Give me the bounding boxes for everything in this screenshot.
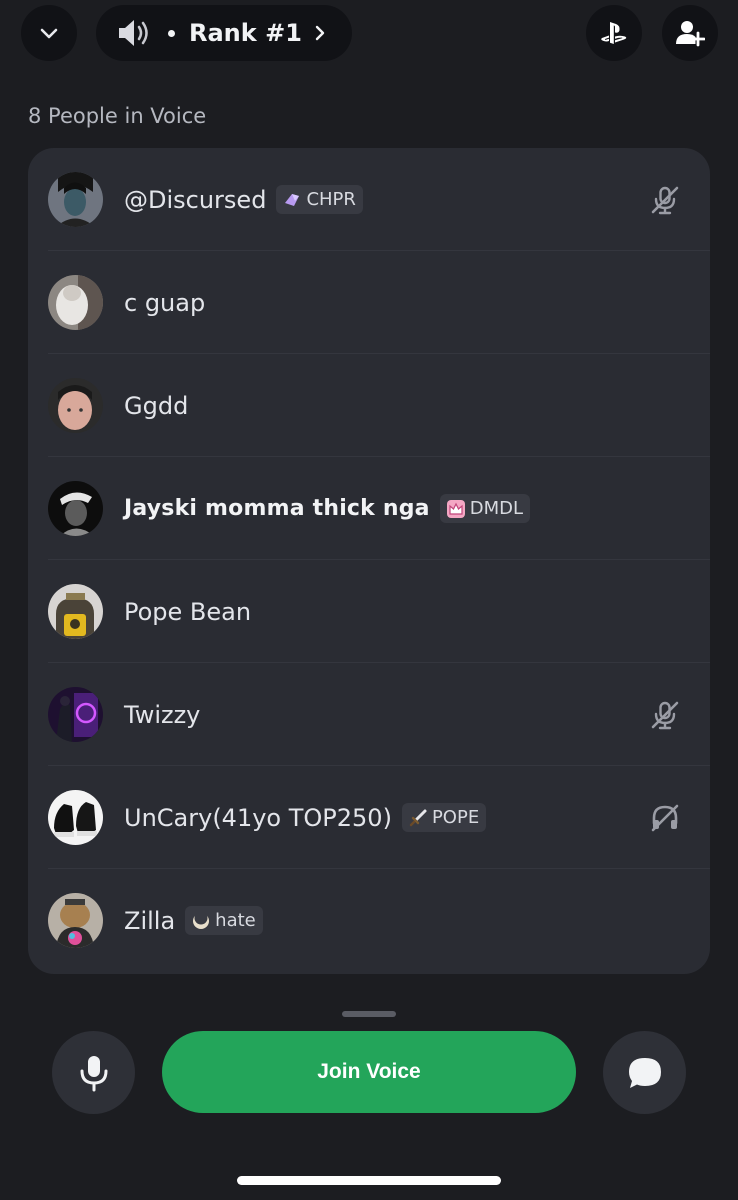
member-name-group: Twizzy (124, 701, 200, 729)
separator-dot (168, 29, 175, 37)
channel-name: Rank #1 (189, 19, 302, 47)
microphone-icon (80, 1055, 107, 1091)
member-name: c guap (124, 288, 206, 317)
muted-mic-icon (651, 701, 679, 729)
member-name: UnCary(41yo TOP250) (124, 803, 392, 832)
member-name-group: c guap (124, 289, 205, 317)
server-tag-label: DMDL (469, 498, 523, 519)
channel-pill[interactable]: Rank #1 (96, 5, 352, 61)
gem-icon (285, 193, 300, 206)
top-bar: Rank #1 (0, 0, 738, 70)
join-voice-button[interactable]: Join Voice (162, 1031, 576, 1113)
member-name-group: UnCary(41yo TOP250) POPE (124, 803, 487, 832)
playstation-icon (601, 22, 627, 44)
add-friend-icon (676, 21, 705, 47)
member-name-group: Ggdd (124, 392, 188, 420)
home-indicator (237, 1176, 501, 1185)
member-name-group: Pope Bean (124, 598, 251, 626)
server-tag-label: hate (215, 910, 256, 931)
member-name-group: Jayski momma thick nga DMDL (124, 494, 530, 523)
chevron-right-icon (315, 25, 325, 41)
avatar (48, 275, 103, 330)
voice-member-list: @Discursed CHPR c guap Ggdd Jayski momma… (28, 148, 710, 974)
server-tag-label: CHPR (306, 189, 356, 210)
chevron-down-icon (40, 28, 58, 39)
chat-bubble-icon (628, 1057, 661, 1088)
voice-member-row[interactable]: Pope Bean (28, 560, 710, 663)
avatar (48, 790, 103, 845)
deafened-icon (651, 804, 679, 831)
microphone-button[interactable] (52, 1031, 135, 1114)
avatar (48, 584, 103, 639)
member-name: Ggdd (124, 391, 189, 420)
avatar (48, 481, 103, 536)
server-tag[interactable]: DMDL (439, 494, 530, 523)
member-name: @Discursed (124, 185, 267, 214)
server-tag[interactable]: CHPR (276, 185, 363, 214)
voice-member-row[interactable]: UnCary(41yo TOP250) POPE (28, 766, 710, 869)
avatar (48, 378, 103, 433)
member-name: Pope Bean (124, 597, 252, 626)
voice-member-row[interactable]: Zilla hate (28, 869, 710, 972)
server-tag[interactable]: hate (185, 906, 263, 935)
member-name: Zilla (124, 906, 176, 935)
member-name: Twizzy (124, 700, 201, 729)
chat-button[interactable] (603, 1031, 686, 1114)
muted-mic-icon (651, 186, 679, 214)
avatar (48, 893, 103, 948)
crown-icon (446, 499, 465, 518)
moon-icon (193, 911, 210, 929)
voice-member-row[interactable]: @Discursed CHPR (28, 148, 710, 251)
member-name-group: @Discursed CHPR (124, 185, 363, 214)
collapse-button[interactable] (21, 5, 77, 61)
server-tag[interactable]: POPE (401, 803, 487, 832)
people-in-voice-label: 8 People in Voice (28, 104, 207, 128)
sword-icon (409, 809, 427, 826)
member-name-group: Zilla hate (124, 906, 263, 935)
voice-member-row[interactable]: c guap (28, 251, 710, 354)
member-name: Jayski momma thick nga (124, 496, 430, 521)
avatar (48, 172, 103, 227)
voice-member-row[interactable]: Jayski momma thick nga DMDL (28, 457, 710, 560)
speaker-icon (119, 20, 148, 46)
invite-button[interactable] (662, 5, 718, 61)
server-tag-label: POPE (431, 807, 480, 828)
drag-handle[interactable] (342, 1011, 396, 1017)
activity-button[interactable] (586, 5, 642, 61)
voice-member-row[interactable]: Twizzy (28, 663, 710, 766)
voice-member-row[interactable]: Ggdd (28, 354, 710, 457)
avatar (48, 687, 103, 742)
